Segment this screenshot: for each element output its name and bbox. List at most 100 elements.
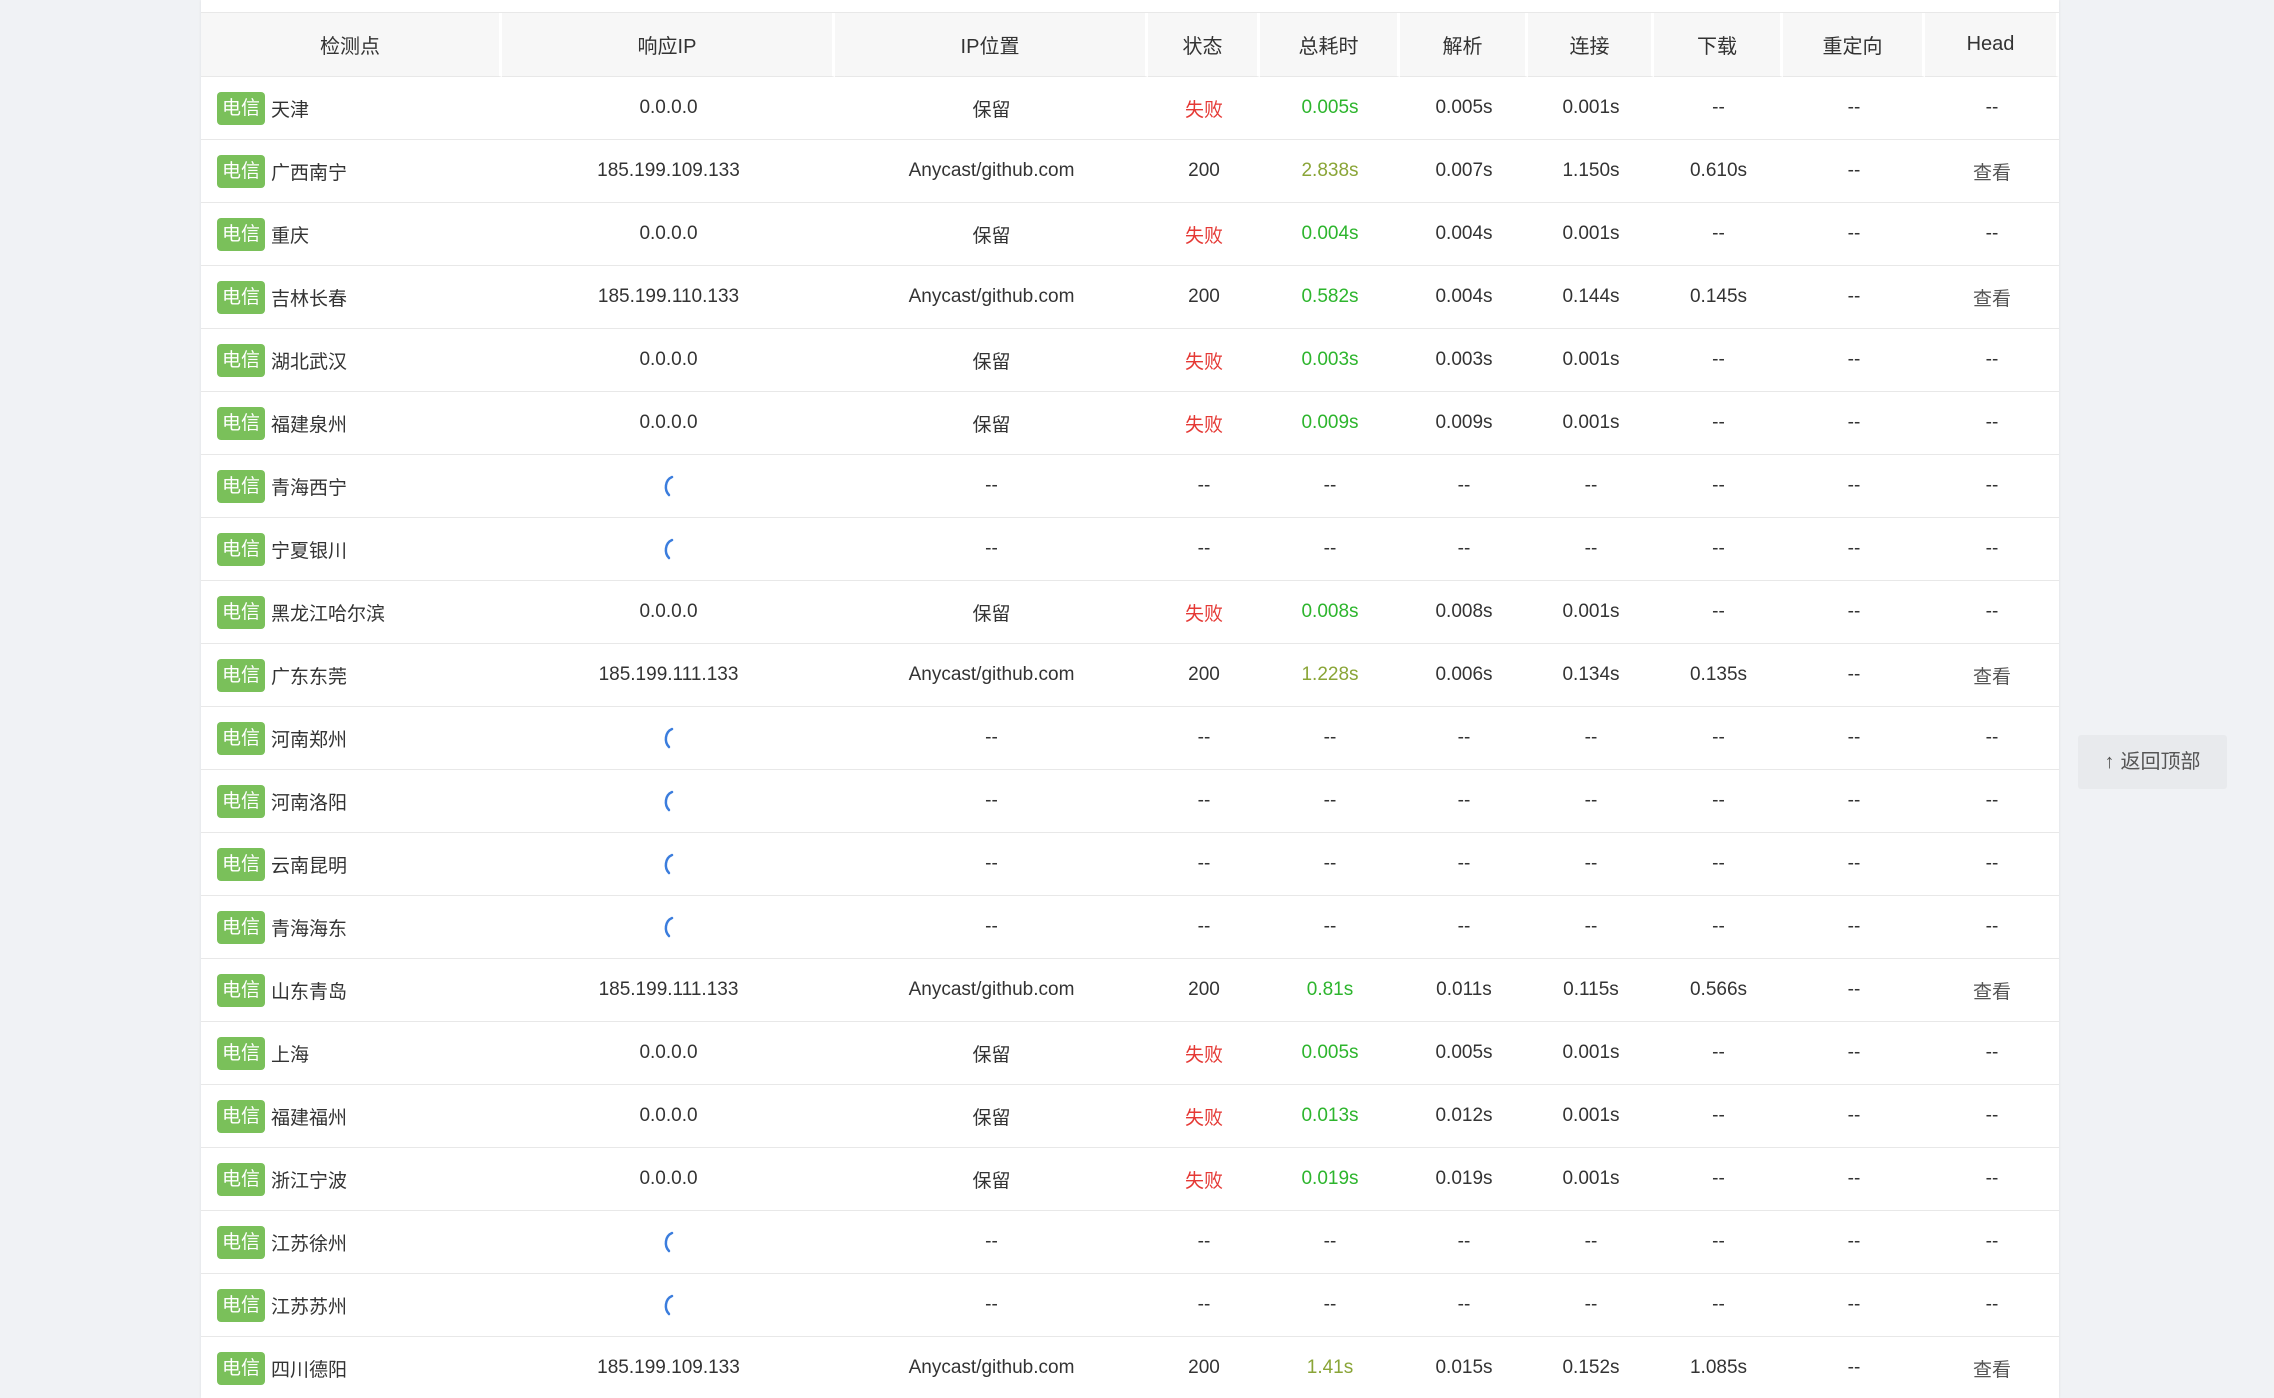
head-cell[interactable]: 查看 — [1925, 644, 2059, 707]
city-label: 福建泉州 — [271, 414, 348, 436]
isp-tag: 电信 — [217, 406, 266, 440]
total-time: 0.005s — [1260, 77, 1400, 140]
probe-point-cell: 电信 江苏苏州 — [201, 1274, 502, 1337]
redirect-time: -- — [1783, 959, 1925, 1022]
ip-location: 保留 — [835, 392, 1148, 455]
total-time: 1.228s — [1260, 644, 1400, 707]
status: 失败 — [1148, 329, 1260, 392]
loading-spinner-icon — [664, 790, 673, 812]
isp-tag: 电信 — [217, 1099, 266, 1133]
ip-location: -- — [835, 770, 1148, 833]
connect-time: -- — [1528, 455, 1654, 518]
dns-time: 0.012s — [1400, 1085, 1528, 1148]
probe-point-cell: 电信 山东青岛 — [201, 959, 502, 1022]
connect-time: -- — [1528, 833, 1654, 896]
connect-time: 1.150s — [1528, 140, 1654, 203]
connect-time: 0.152s — [1528, 1337, 1654, 1398]
response-ip: 0.0.0.0 — [502, 392, 835, 455]
ip-location: -- — [835, 1274, 1148, 1337]
total-time: 2.838s — [1260, 140, 1400, 203]
table-row: 电信 江苏苏州 -- -- -- -- -- -- -- -- — [201, 1274, 2059, 1337]
table-row: 电信 青海海东 -- -- -- -- -- -- -- -- — [201, 896, 2059, 959]
response-ip — [502, 833, 835, 896]
table-row: 电信 宁夏银川 -- -- -- -- -- -- -- -- — [201, 518, 2059, 581]
table-row: 电信 福建福州 0.0.0.0 保留 失败 0.013s 0.012s 0.001s -- -- -… — [201, 1085, 2059, 1148]
isp-tag: 电信 — [217, 154, 266, 188]
probe-point-cell: 电信 天津 — [201, 77, 502, 140]
dns-time: 0.008s — [1400, 581, 1528, 644]
city-label: 四川德阳 — [271, 1359, 348, 1381]
status: -- — [1148, 1274, 1260, 1337]
download-time: -- — [1654, 1022, 1783, 1085]
download-time: -- — [1654, 77, 1783, 140]
redirect-time: -- — [1783, 581, 1925, 644]
dns-time: -- — [1400, 1274, 1528, 1337]
redirect-time: -- — [1783, 770, 1925, 833]
status: 200 — [1148, 644, 1260, 707]
table-row: 电信 广东东莞 185.199.111.133 Anycast/github.com 2… — [201, 644, 2059, 707]
head-cell: -- — [1925, 455, 2059, 518]
head-cell[interactable]: 查看 — [1925, 140, 2059, 203]
dns-time: 0.004s — [1400, 203, 1528, 266]
table-row: 电信 福建泉州 0.0.0.0 保留 失败 0.009s 0.009s 0.001s -- -- -… — [201, 392, 2059, 455]
dns-time: 0.007s — [1400, 140, 1528, 203]
header-dns: 解析 — [1400, 13, 1528, 77]
loading-spinner-icon — [664, 916, 673, 938]
city-label: 吉林长春 — [271, 288, 348, 310]
dns-time: -- — [1400, 707, 1528, 770]
ip-location: -- — [835, 518, 1148, 581]
dns-time: 0.003s — [1400, 329, 1528, 392]
head-cell: -- — [1925, 77, 2059, 140]
response-ip: 0.0.0.0 — [502, 203, 835, 266]
response-ip — [502, 1274, 835, 1337]
redirect-time: -- — [1783, 77, 1925, 140]
isp-tag: 电信 — [217, 1162, 266, 1196]
isp-tag: 电信 — [217, 595, 266, 629]
status: 失败 — [1148, 1085, 1260, 1148]
header-response-ip: 响应IP — [502, 13, 835, 77]
connect-time: -- — [1528, 770, 1654, 833]
redirect-time: -- — [1783, 1148, 1925, 1211]
back-to-top-button[interactable]: ↑ 返回顶部 — [2078, 735, 2227, 789]
dns-time: 0.006s — [1400, 644, 1528, 707]
city-label: 宁夏银川 — [271, 540, 348, 562]
dns-time: 0.009s — [1400, 392, 1528, 455]
redirect-time: -- — [1783, 1211, 1925, 1274]
head-cell: -- — [1925, 1085, 2059, 1148]
status: -- — [1148, 518, 1260, 581]
response-ip: 0.0.0.0 — [502, 581, 835, 644]
redirect-time: -- — [1783, 833, 1925, 896]
download-time: -- — [1654, 833, 1783, 896]
head-cell: -- — [1925, 1211, 2059, 1274]
city-label: 广东东莞 — [271, 666, 348, 688]
total-time: -- — [1260, 1274, 1400, 1337]
head-cell: -- — [1925, 896, 2059, 959]
total-time: 0.013s — [1260, 1085, 1400, 1148]
download-time: 0.610s — [1654, 140, 1783, 203]
dns-time: 0.015s — [1400, 1337, 1528, 1398]
isp-tag: 电信 — [217, 343, 266, 377]
city-label: 山东青岛 — [271, 981, 348, 1003]
response-ip — [502, 770, 835, 833]
city-label: 青海海东 — [271, 918, 348, 940]
download-time: -- — [1654, 329, 1783, 392]
isp-tag: 电信 — [217, 217, 266, 251]
ip-location: -- — [835, 1211, 1148, 1274]
status: 200 — [1148, 266, 1260, 329]
redirect-time: -- — [1783, 329, 1925, 392]
table-row: 电信 上海 0.0.0.0 保留 失败 0.005s 0.005s 0.001s -- -- -- — [201, 1022, 2059, 1085]
table-row: 电信 浙江宁波 0.0.0.0 保留 失败 0.019s 0.019s 0.001s -- -- -… — [201, 1148, 2059, 1211]
download-time: -- — [1654, 455, 1783, 518]
redirect-time: -- — [1783, 140, 1925, 203]
head-cell[interactable]: 查看 — [1925, 266, 2059, 329]
head-cell[interactable]: 查看 — [1925, 1337, 2059, 1398]
connect-time: -- — [1528, 1274, 1654, 1337]
dns-time: -- — [1400, 896, 1528, 959]
probe-point-cell: 电信 江苏徐州 — [201, 1211, 502, 1274]
download-time: -- — [1654, 518, 1783, 581]
city-label: 云南昆明 — [271, 855, 348, 877]
results-table: 检测点 响应IP IP位置 状态 总耗时 解析 连接 下载 重定向 Head 电… — [201, 13, 2059, 1398]
head-cell[interactable]: 查看 — [1925, 959, 2059, 1022]
response-ip: 0.0.0.0 — [502, 1148, 835, 1211]
connect-time: -- — [1528, 518, 1654, 581]
